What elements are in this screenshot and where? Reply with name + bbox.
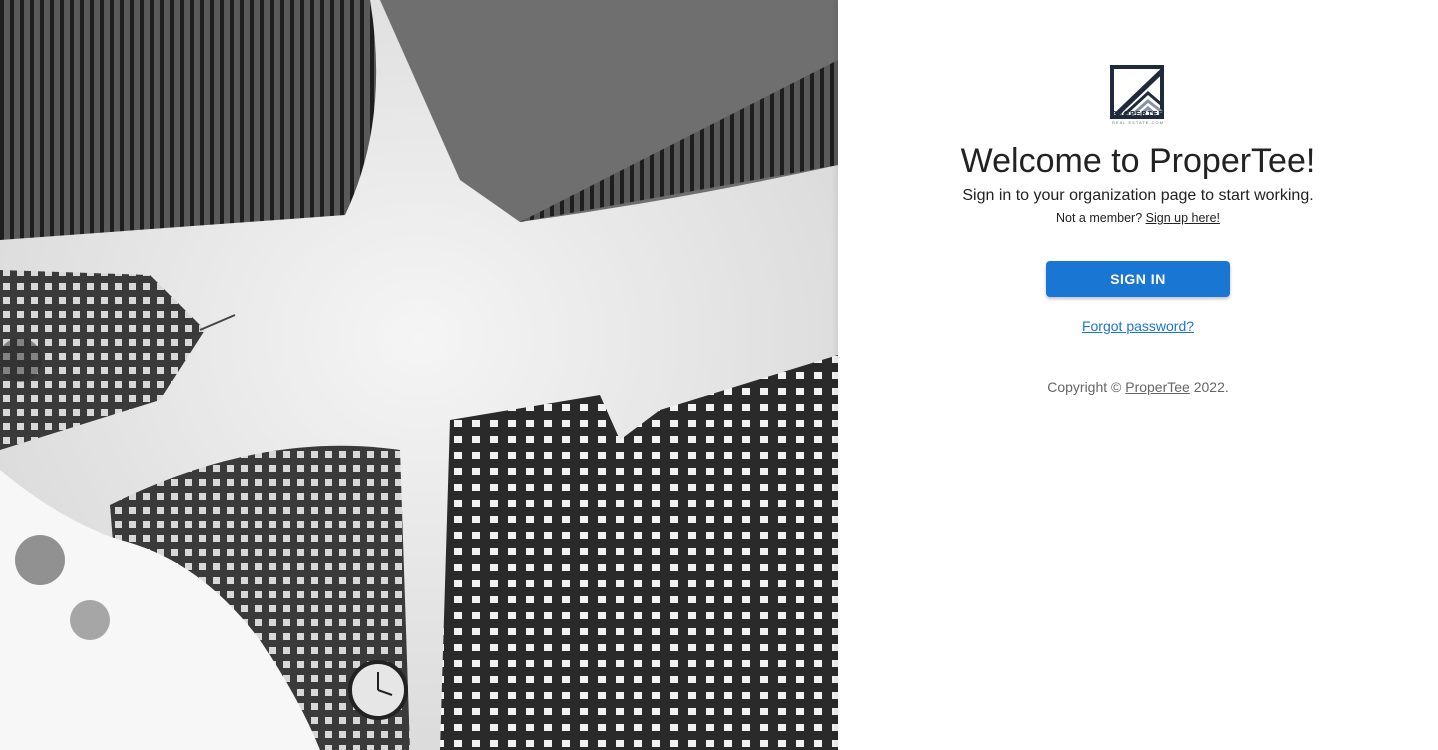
signup-link[interactable]: Sign up here! <box>1146 211 1220 225</box>
page-subtitle: Sign in to your organization page to sta… <box>962 187 1314 204</box>
page-title: Welcome to ProperTee! <box>960 142 1316 180</box>
brand-name: PROPERTEE <box>1111 111 1165 118</box>
sign-in-button[interactable]: SIGN IN <box>1046 261 1230 297</box>
member-prompt: Not a member? <box>1056 211 1143 225</box>
copyright: Copyright © ProperTee 2022. <box>838 379 1438 395</box>
hero-city-image <box>0 0 838 750</box>
skyscrapers-photo <box>0 0 838 750</box>
forgot-password-row: Forgot password? <box>838 318 1438 334</box>
copyright-prefix: Copyright © <box>1047 379 1122 395</box>
member-prompt-row: Not a member? Sign up here! <box>838 211 1438 225</box>
copyright-link[interactable]: ProperTee <box>1125 379 1190 395</box>
brand-tagline: REAL ESTATE.COM <box>1112 120 1164 125</box>
copyright-year: 2022. <box>1193 379 1229 395</box>
login-panel: PROPERTEE REAL ESTATE.COM Welcome to Pro… <box>838 0 1438 750</box>
forgot-password-link[interactable]: Forgot password? <box>1082 318 1194 334</box>
